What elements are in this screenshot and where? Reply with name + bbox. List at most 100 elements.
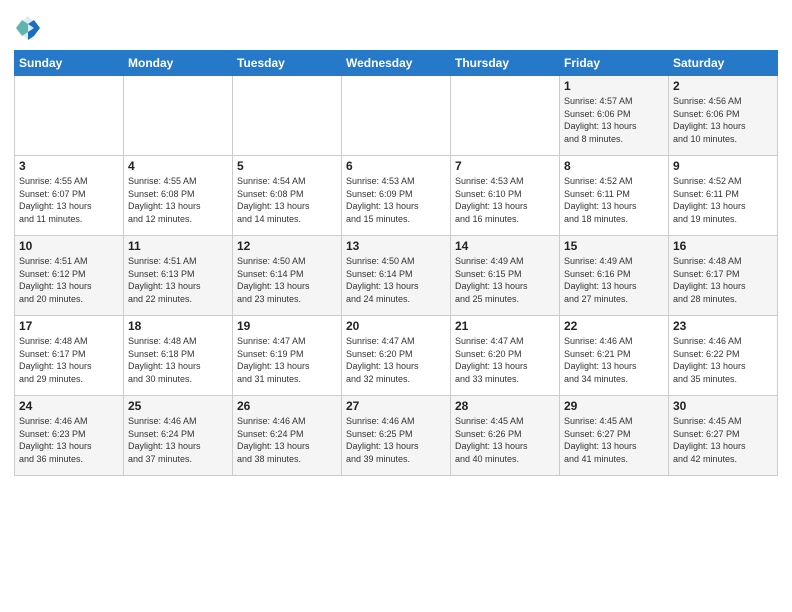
day-number: 14 bbox=[455, 239, 555, 253]
day-number: 2 bbox=[673, 79, 773, 93]
calendar-cell: 3 Sunrise: 4:55 AM Sunset: 6:07 PM Daylig… bbox=[15, 156, 124, 236]
calendar-cell: 4 Sunrise: 4:55 AM Sunset: 6:08 PM Daylig… bbox=[124, 156, 233, 236]
day-info: Sunrise: 4:52 AM Sunset: 6:11 PM Dayligh… bbox=[564, 175, 664, 225]
day-number: 26 bbox=[237, 399, 337, 413]
day-info: Sunrise: 4:53 AM Sunset: 6:09 PM Dayligh… bbox=[346, 175, 446, 225]
day-number: 7 bbox=[455, 159, 555, 173]
day-info: Sunrise: 4:55 AM Sunset: 6:07 PM Dayligh… bbox=[19, 175, 119, 225]
calendar-cell: 24 Sunrise: 4:46 AM Sunset: 6:23 PM Dayli… bbox=[15, 396, 124, 476]
calendar-cell: 6 Sunrise: 4:53 AM Sunset: 6:09 PM Daylig… bbox=[342, 156, 451, 236]
day-number: 13 bbox=[346, 239, 446, 253]
calendar-cell: 26 Sunrise: 4:46 AM Sunset: 6:24 PM Dayli… bbox=[233, 396, 342, 476]
day-number: 29 bbox=[564, 399, 664, 413]
header-friday: Friday bbox=[560, 51, 669, 76]
day-number: 28 bbox=[455, 399, 555, 413]
calendar-cell: 12Sunrise: 4:50 AM Sunset: 6:14 PM Dayli… bbox=[233, 236, 342, 316]
day-number: 19 bbox=[237, 319, 337, 333]
header-wednesday: Wednesday bbox=[342, 51, 451, 76]
calendar-cell bbox=[451, 76, 560, 156]
calendar-cell bbox=[342, 76, 451, 156]
day-number: 30 bbox=[673, 399, 773, 413]
day-number: 4 bbox=[128, 159, 228, 173]
day-info: Sunrise: 4:50 AM Sunset: 6:14 PM Dayligh… bbox=[237, 255, 337, 305]
day-info: Sunrise: 4:46 AM Sunset: 6:23 PM Dayligh… bbox=[19, 415, 119, 465]
day-number: 5 bbox=[237, 159, 337, 173]
day-info: Sunrise: 4:48 AM Sunset: 6:18 PM Dayligh… bbox=[128, 335, 228, 385]
calendar-cell: 28 Sunrise: 4:45 AM Sunset: 6:26 PM Dayli… bbox=[451, 396, 560, 476]
day-number: 20 bbox=[346, 319, 446, 333]
calendar-cell: 13 Sunrise: 4:50 AM Sunset: 6:14 PM Dayli… bbox=[342, 236, 451, 316]
day-info: Sunrise: 4:55 AM Sunset: 6:08 PM Dayligh… bbox=[128, 175, 228, 225]
calendar-week-row: 3 Sunrise: 4:55 AM Sunset: 6:07 PM Daylig… bbox=[15, 156, 778, 236]
day-info: Sunrise: 4:47 AM Sunset: 6:20 PM Dayligh… bbox=[455, 335, 555, 385]
day-number: 23 bbox=[673, 319, 773, 333]
day-number: 24 bbox=[19, 399, 119, 413]
page: Sunday Monday Tuesday Wednesday Thursday… bbox=[0, 0, 792, 612]
calendar-week-row: 1Sunrise: 4:57 AM Sunset: 6:06 PM Daylig… bbox=[15, 76, 778, 156]
calendar-cell bbox=[15, 76, 124, 156]
calendar-week-row: 24 Sunrise: 4:46 AM Sunset: 6:23 PM Dayli… bbox=[15, 396, 778, 476]
calendar-cell: 1Sunrise: 4:57 AM Sunset: 6:06 PM Daylig… bbox=[560, 76, 669, 156]
calendar-cell: 11 Sunrise: 4:51 AM Sunset: 6:13 PM Dayli… bbox=[124, 236, 233, 316]
calendar-cell: 10Sunrise: 4:51 AM Sunset: 6:12 PM Dayli… bbox=[15, 236, 124, 316]
day-number: 16 bbox=[673, 239, 773, 253]
calendar-cell: 23 Sunrise: 4:46 AM Sunset: 6:22 PM Dayli… bbox=[669, 316, 778, 396]
day-info: Sunrise: 4:45 AM Sunset: 6:27 PM Dayligh… bbox=[673, 415, 773, 465]
header-sunday: Sunday bbox=[15, 51, 124, 76]
day-number: 18 bbox=[128, 319, 228, 333]
day-info: Sunrise: 4:47 AM Sunset: 6:19 PM Dayligh… bbox=[237, 335, 337, 385]
day-info: Sunrise: 4:45 AM Sunset: 6:26 PM Dayligh… bbox=[455, 415, 555, 465]
calendar-cell: 25Sunrise: 4:46 AM Sunset: 6:24 PM Dayli… bbox=[124, 396, 233, 476]
header-saturday: Saturday bbox=[669, 51, 778, 76]
day-info: Sunrise: 4:49 AM Sunset: 6:15 PM Dayligh… bbox=[455, 255, 555, 305]
calendar-cell: 17Sunrise: 4:48 AM Sunset: 6:17 PM Dayli… bbox=[15, 316, 124, 396]
day-number: 27 bbox=[346, 399, 446, 413]
calendar-cell: 9 Sunrise: 4:52 AM Sunset: 6:11 PM Daylig… bbox=[669, 156, 778, 236]
day-info: Sunrise: 4:50 AM Sunset: 6:14 PM Dayligh… bbox=[346, 255, 446, 305]
day-info: Sunrise: 4:51 AM Sunset: 6:13 PM Dayligh… bbox=[128, 255, 228, 305]
logo-area bbox=[14, 10, 45, 42]
calendar-cell: 14 Sunrise: 4:49 AM Sunset: 6:15 PM Dayli… bbox=[451, 236, 560, 316]
day-info: Sunrise: 4:56 AM Sunset: 6:06 PM Dayligh… bbox=[673, 95, 773, 145]
day-info: Sunrise: 4:52 AM Sunset: 6:11 PM Dayligh… bbox=[673, 175, 773, 225]
calendar-cell: 18 Sunrise: 4:48 AM Sunset: 6:18 PM Dayli… bbox=[124, 316, 233, 396]
calendar-cell: 8 Sunrise: 4:52 AM Sunset: 6:11 PM Daylig… bbox=[560, 156, 669, 236]
day-number: 11 bbox=[128, 239, 228, 253]
calendar-cell: 5 Sunrise: 4:54 AM Sunset: 6:08 PM Daylig… bbox=[233, 156, 342, 236]
day-number: 25 bbox=[128, 399, 228, 413]
calendar-cell: 19 Sunrise: 4:47 AM Sunset: 6:19 PM Dayli… bbox=[233, 316, 342, 396]
day-info: Sunrise: 4:46 AM Sunset: 6:24 PM Dayligh… bbox=[237, 415, 337, 465]
day-info: Sunrise: 4:46 AM Sunset: 6:22 PM Dayligh… bbox=[673, 335, 773, 385]
day-number: 9 bbox=[673, 159, 773, 173]
calendar-cell: 16Sunrise: 4:48 AM Sunset: 6:17 PM Dayli… bbox=[669, 236, 778, 316]
calendar-cell: 20 Sunrise: 4:47 AM Sunset: 6:20 PM Dayli… bbox=[342, 316, 451, 396]
day-number: 10 bbox=[19, 239, 119, 253]
header-tuesday: Tuesday bbox=[233, 51, 342, 76]
logo-icon bbox=[14, 14, 42, 42]
day-info: Sunrise: 4:54 AM Sunset: 6:08 PM Dayligh… bbox=[237, 175, 337, 225]
day-info: Sunrise: 4:48 AM Sunset: 6:17 PM Dayligh… bbox=[19, 335, 119, 385]
day-number: 3 bbox=[19, 159, 119, 173]
calendar-week-row: 10Sunrise: 4:51 AM Sunset: 6:12 PM Dayli… bbox=[15, 236, 778, 316]
day-number: 8 bbox=[564, 159, 664, 173]
calendar-cell: 27 Sunrise: 4:46 AM Sunset: 6:25 PM Dayli… bbox=[342, 396, 451, 476]
day-info: Sunrise: 4:47 AM Sunset: 6:20 PM Dayligh… bbox=[346, 335, 446, 385]
calendar-cell: 15 Sunrise: 4:49 AM Sunset: 6:16 PM Dayli… bbox=[560, 236, 669, 316]
day-number: 21 bbox=[455, 319, 555, 333]
calendar-table: Sunday Monday Tuesday Wednesday Thursday… bbox=[14, 50, 778, 476]
calendar-cell bbox=[233, 76, 342, 156]
day-info: Sunrise: 4:46 AM Sunset: 6:25 PM Dayligh… bbox=[346, 415, 446, 465]
day-number: 6 bbox=[346, 159, 446, 173]
calendar-week-row: 17Sunrise: 4:48 AM Sunset: 6:17 PM Dayli… bbox=[15, 316, 778, 396]
calendar-cell: 29 Sunrise: 4:45 AM Sunset: 6:27 PM Dayli… bbox=[560, 396, 669, 476]
day-info: Sunrise: 4:46 AM Sunset: 6:21 PM Dayligh… bbox=[564, 335, 664, 385]
calendar-cell: 30 Sunrise: 4:45 AM Sunset: 6:27 PM Dayli… bbox=[669, 396, 778, 476]
day-number: 15 bbox=[564, 239, 664, 253]
day-info: Sunrise: 4:45 AM Sunset: 6:27 PM Dayligh… bbox=[564, 415, 664, 465]
day-info: Sunrise: 4:49 AM Sunset: 6:16 PM Dayligh… bbox=[564, 255, 664, 305]
header-monday: Monday bbox=[124, 51, 233, 76]
weekday-header-row: Sunday Monday Tuesday Wednesday Thursday… bbox=[15, 51, 778, 76]
header-thursday: Thursday bbox=[451, 51, 560, 76]
day-info: Sunrise: 4:57 AM Sunset: 6:06 PM Dayligh… bbox=[564, 95, 664, 145]
calendar-cell: 22Sunrise: 4:46 AM Sunset: 6:21 PM Dayli… bbox=[560, 316, 669, 396]
